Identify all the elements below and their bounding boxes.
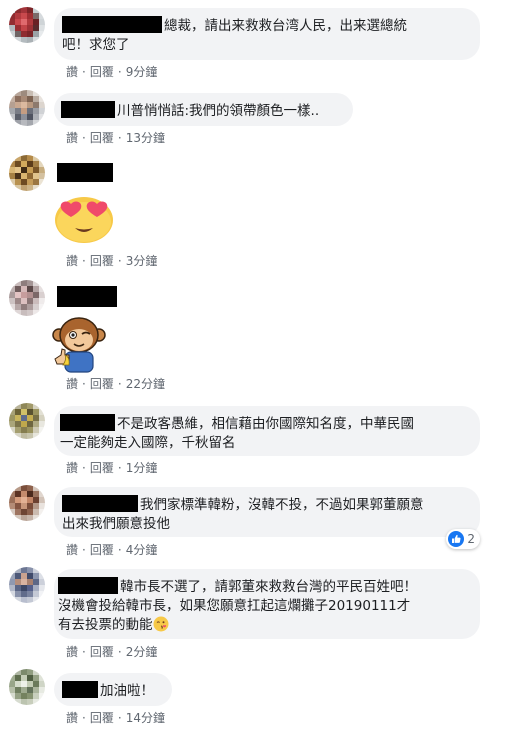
- avatar[interactable]: [9, 90, 45, 126]
- timestamp[interactable]: 14分鐘: [126, 711, 165, 725]
- avatar[interactable]: [9, 485, 45, 521]
- avatar[interactable]: [9, 280, 45, 316]
- comment-actions: 讚 · 回覆 · 13分鐘: [66, 131, 165, 145]
- comment-text: 有去投票的動能: [58, 617, 153, 633]
- redacted-name: [57, 163, 113, 182]
- comment-actions: 讚 · 回覆 · 9分鐘: [66, 65, 158, 79]
- like-link[interactable]: 讚: [66, 65, 78, 79]
- avatar[interactable]: [9, 155, 45, 191]
- timestamp[interactable]: 9分鐘: [126, 65, 158, 79]
- like-link[interactable]: 讚: [66, 645, 78, 659]
- reaction-count: 2: [467, 532, 475, 546]
- timestamp[interactable]: 4分鐘: [126, 543, 158, 557]
- heart-eyes-emoji: [55, 197, 113, 243]
- comment-actions: 讚 · 回覆 · 14分鐘: [66, 711, 165, 725]
- like-link[interactable]: 讚: [66, 377, 78, 391]
- like-link[interactable]: 讚: [66, 131, 78, 145]
- timestamp[interactable]: 3分鐘: [126, 254, 158, 268]
- like-link[interactable]: 讚: [66, 543, 78, 557]
- comment-bubble: 韓市長不選了，請郭董來救救台灣的平民百姓吧！ 沒機會投給韓市長，如果您願意扛起這…: [54, 569, 480, 639]
- timestamp[interactable]: 2分鐘: [126, 645, 158, 659]
- reply-link[interactable]: 回覆: [90, 645, 114, 659]
- redacted-name: [61, 101, 115, 118]
- redacted-name: [58, 577, 118, 594]
- timestamp[interactable]: 1分鐘: [126, 461, 158, 475]
- comment-actions: 讚 · 回覆 · 22分鐘: [66, 377, 165, 391]
- comment-text: 不是政客愚維，相信藉由你國際知名度，中華民國: [117, 416, 414, 432]
- avatar[interactable]: [9, 567, 45, 603]
- sticker: [53, 194, 115, 244]
- comment-text: 川普悄悄話:我們的領帶顏色一樣..: [117, 103, 320, 119]
- avatar[interactable]: [9, 7, 45, 43]
- comment-bubble: 不是政客愚維，相信藉由你國際知名度，中華民國 一定能夠走入國際，千秋留名: [54, 406, 480, 456]
- comment-bubble: 加油啦！: [54, 673, 172, 706]
- reply-link[interactable]: 回覆: [90, 131, 114, 145]
- redacted-name: [57, 286, 117, 307]
- comment-text: 出來我們願意投他: [62, 516, 170, 532]
- comment-text: 總裁，請出来救救台湾人民，出来選總統: [164, 18, 407, 34]
- comment-text: 加油啦！: [100, 683, 154, 699]
- comment-text: 一定能夠走入國際，千秋留名: [60, 435, 236, 451]
- timestamp[interactable]: 13分鐘: [126, 131, 165, 145]
- comment-actions: 讚 · 回覆 · 2分鐘: [66, 645, 158, 659]
- comment-text: 韓市長不選了，請郭董來救救台灣的平民百姓吧！: [120, 579, 417, 595]
- comment-bubble: 我們家標準韓粉，沒韓不投，不過如果郭董願意 出來我們願意投他: [54, 487, 480, 537]
- comment-text: 我們家標準韓粉，沒韓不投，不過如果郭董願意: [140, 497, 424, 513]
- avatar[interactable]: [9, 403, 45, 439]
- reply-link[interactable]: 回覆: [90, 461, 114, 475]
- redacted-name: [62, 681, 98, 698]
- like-link[interactable]: 讚: [66, 711, 78, 725]
- comment-text: 吧！求您了: [62, 37, 130, 53]
- reply-link[interactable]: 回覆: [90, 711, 114, 725]
- monkey-thumbs-up-sticker: [52, 317, 106, 373]
- comment-bubble: 川普悄悄話:我們的領帶顏色一樣..: [54, 93, 353, 126]
- timestamp[interactable]: 22分鐘: [126, 377, 165, 391]
- like-link[interactable]: 讚: [66, 461, 78, 475]
- comment-actions: 讚 · 回覆 · 1分鐘: [66, 461, 158, 475]
- comment-bubble: 總裁，請出来救救台湾人民，出来選總統 吧！求您了: [54, 8, 480, 60]
- avatar[interactable]: [9, 669, 45, 705]
- reply-link[interactable]: 回覆: [90, 65, 114, 79]
- reply-link[interactable]: 回覆: [90, 377, 114, 391]
- redacted-name: [60, 414, 115, 431]
- comment-actions: 讚 · 回覆 · 4分鐘: [66, 543, 158, 557]
- kiss-emoji: [153, 616, 168, 632]
- sticker: [51, 315, 107, 373]
- like-link[interactable]: 讚: [66, 254, 78, 268]
- reaction-summary[interactable]: 2: [446, 529, 480, 549]
- redacted-name: [62, 16, 162, 33]
- comment-actions: 讚 · 回覆 · 3分鐘: [66, 254, 158, 268]
- reply-link[interactable]: 回覆: [90, 543, 114, 557]
- like-icon: [448, 531, 465, 547]
- redacted-name: [62, 495, 138, 512]
- comment-text: 沒機會投給韓市長，如果您願意扛起這爛攤子20190111才: [58, 598, 411, 614]
- reply-link[interactable]: 回覆: [90, 254, 114, 268]
